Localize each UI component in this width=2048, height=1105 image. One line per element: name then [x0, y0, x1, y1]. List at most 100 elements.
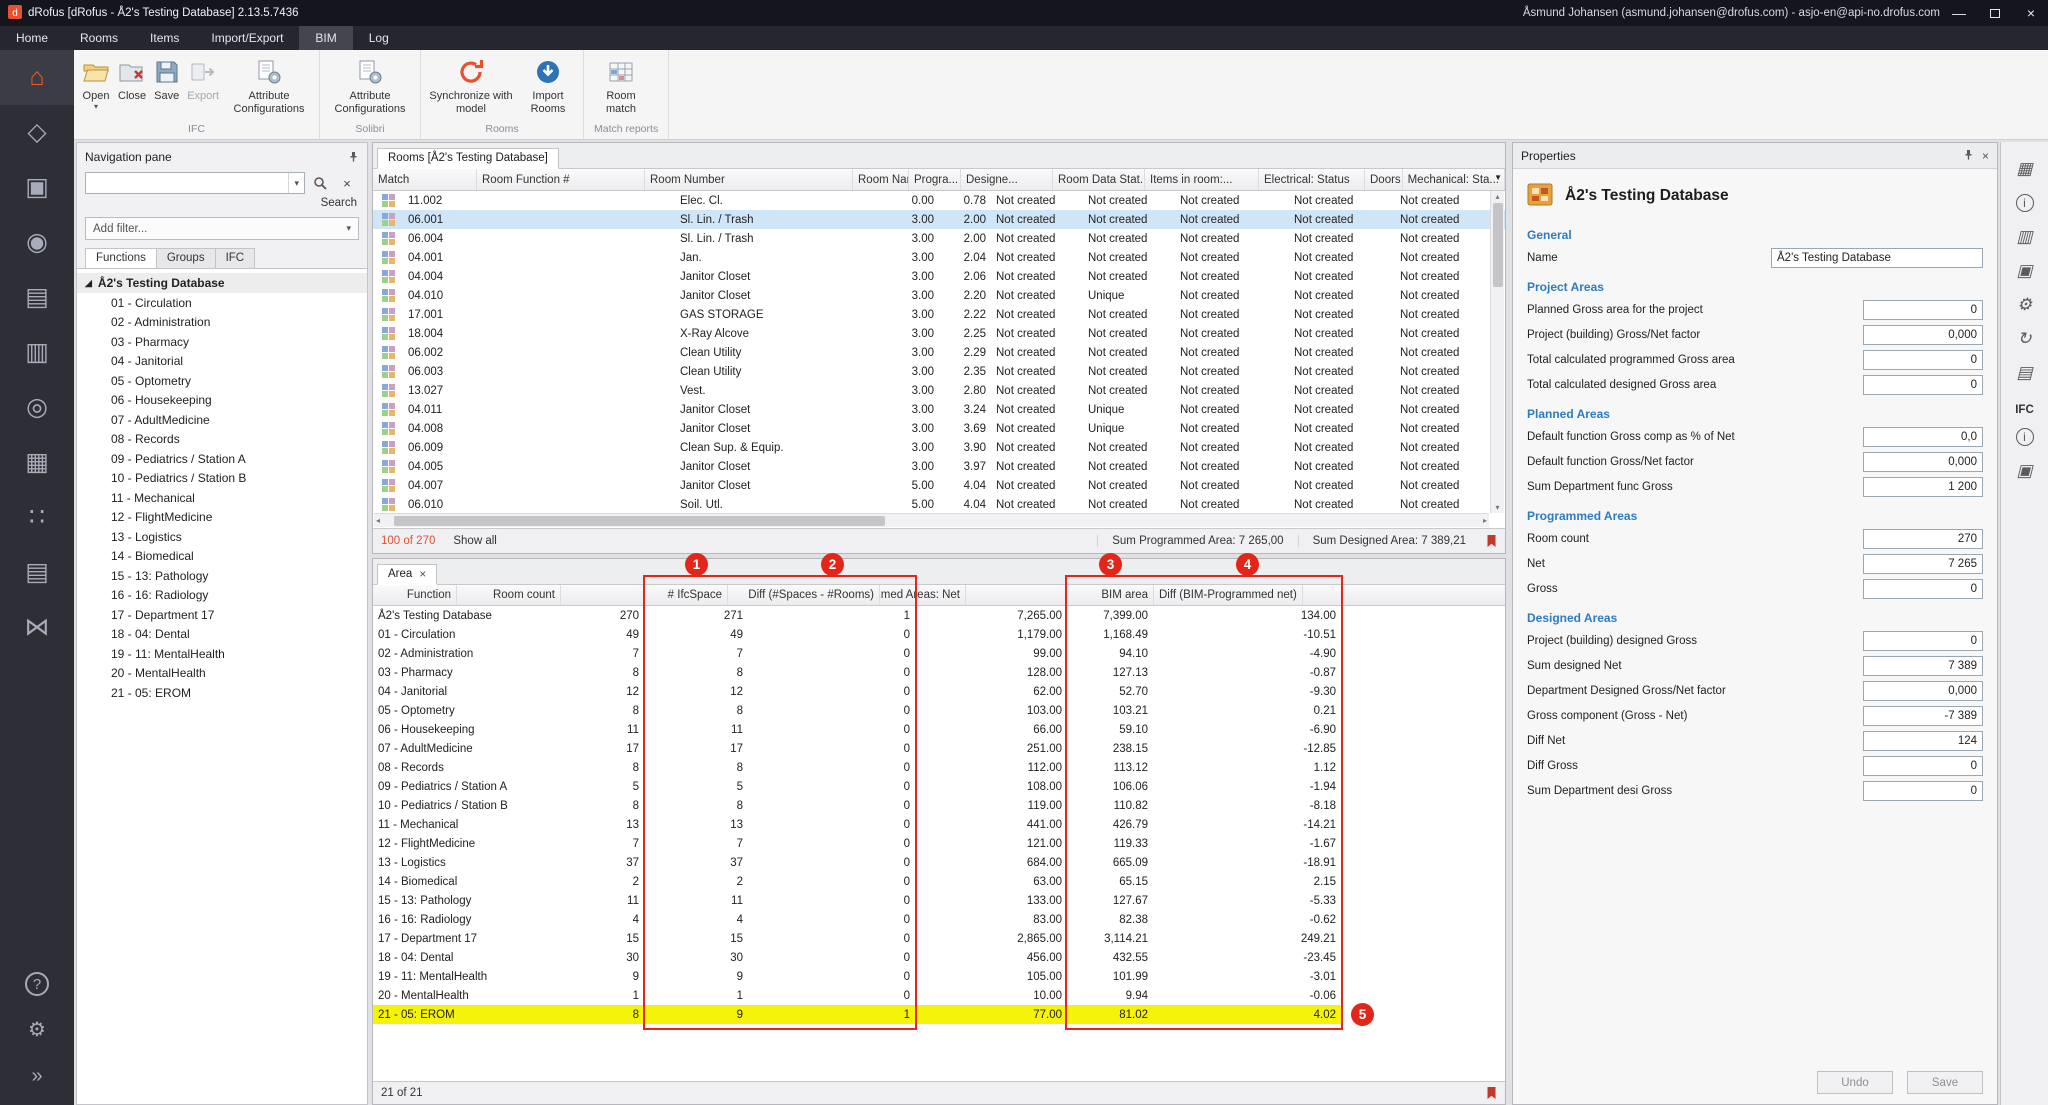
- room-row[interactable]: 06.002 Clean Utility 3.00 2.29 Not creat…: [373, 343, 1505, 362]
- room-row[interactable]: 06.004 Sl. Lin. / Trash 3.00 2.00 Not cr…: [373, 229, 1505, 248]
- value-input[interactable]: 1 200: [1863, 477, 1983, 497]
- menu-tab[interactable]: BIM: [299, 26, 352, 50]
- column-header[interactable]: Progra...: [909, 169, 961, 190]
- area-row[interactable]: 08 - Records 8 8 0 112.00 113.12 1.12: [373, 758, 1505, 777]
- area-row[interactable]: 02 - Administration 7 7 0 99.00 94.10 -4…: [373, 644, 1505, 663]
- logs-module-icon[interactable]: ▤: [0, 545, 74, 600]
- area-row[interactable]: 13 - Logistics 37 37 0 684.00 665.09 -18…: [373, 853, 1505, 872]
- tree-item[interactable]: 08 - Records: [77, 430, 367, 450]
- tree-item[interactable]: 18 - 04: Dental: [77, 625, 367, 645]
- process-module-icon[interactable]: ◎: [0, 380, 74, 435]
- export-button[interactable]: Export: [183, 53, 223, 121]
- area-row[interactable]: 16 - 16: Radiology 4 4 0 83.00 82.38 -0.…: [373, 910, 1505, 929]
- column-header[interactable]: Room Function #: [477, 169, 645, 190]
- menu-tab[interactable]: Log: [353, 26, 405, 50]
- area-row[interactable]: 14 - Biomedical 2 2 0 63.00 65.15 2.15: [373, 872, 1505, 891]
- area-row[interactable]: 10 - Pediatrics / Station B 8 8 0 119.00…: [373, 796, 1505, 815]
- tree-item[interactable]: 02 - Administration: [77, 313, 367, 333]
- room-row[interactable]: 06.003 Clean Utility 3.00 2.35 Not creat…: [373, 362, 1505, 381]
- area-row[interactable]: 12 - FlightMedicine 7 7 0 121.00 119.33 …: [373, 834, 1505, 853]
- nav-tab[interactable]: Functions: [85, 248, 157, 268]
- area-row[interactable]: 17 - Department 17 15 15 0 2,865.00 3,11…: [373, 929, 1505, 948]
- room-row[interactable]: 04.004 Janitor Closet 3.00 2.06 Not crea…: [373, 267, 1505, 286]
- ifc-info-icon[interactable]: i: [2016, 420, 2034, 454]
- search-icon[interactable]: [308, 172, 332, 194]
- expander-icon[interactable]: ◢: [85, 278, 92, 289]
- room-row[interactable]: 04.010 Janitor Closet 3.00 2.20 Not crea…: [373, 286, 1505, 305]
- close-button[interactable]: ×: [2014, 0, 2048, 26]
- room-row[interactable]: 17.001 GAS STORAGE 3.00 2.22 Not created…: [373, 305, 1505, 324]
- bim-module-icon[interactable]: ▣: [0, 160, 74, 215]
- bookmark-icon[interactable]: [1486, 534, 1497, 548]
- rooms-module-icon[interactable]: ⌂: [0, 50, 74, 105]
- items-module-icon[interactable]: ◇: [0, 105, 74, 160]
- room-row[interactable]: 04.001 Jan. 3.00 2.04 Not created Not cr…: [373, 248, 1505, 267]
- area-row[interactable]: 11 - Mechanical 13 13 0 441.00 426.79 -1…: [373, 815, 1505, 834]
- tree-item[interactable]: 12 - FlightMedicine: [77, 508, 367, 528]
- tree-item[interactable]: 21 - 05: EROM: [77, 683, 367, 703]
- vertical-scrollbar[interactable]: ▴ ▾: [1490, 191, 1504, 513]
- tree-item[interactable]: 13 - Logistics: [77, 527, 367, 547]
- area-row[interactable]: 19 - 11: MentalHealth 9 9 0 105.00 101.9…: [373, 967, 1505, 986]
- model-panel-icon[interactable]: ▣: [2016, 254, 2034, 288]
- column-header[interactable]: BIM area: [966, 585, 1154, 605]
- add-filter-dropdown[interactable]: Add filter... ▾: [85, 217, 359, 240]
- tree-item[interactable]: 06 - Housekeeping: [77, 391, 367, 411]
- tree-item[interactable]: 11 - Mechanical: [77, 488, 367, 508]
- ifc-model-icon[interactable]: ▣: [2016, 454, 2034, 488]
- column-header[interactable]: Match: [373, 169, 477, 190]
- tree-item[interactable]: 01 - Circulation: [77, 293, 367, 313]
- column-header[interactable]: # IfcSpace: [561, 585, 728, 605]
- name-input[interactable]: Å2's Testing Database: [1771, 248, 1983, 268]
- show-all-link[interactable]: Show all: [453, 535, 496, 547]
- area-row[interactable]: 09 - Pediatrics / Station A 5 5 0 108.00…: [373, 777, 1505, 796]
- room-row[interactable]: 04.007 Janitor Closet 5.00 4.04 Not crea…: [373, 476, 1505, 495]
- column-header[interactable]: Electrical: Status: [1259, 169, 1365, 190]
- column-header[interactable]: Room Number: [645, 169, 853, 190]
- room-row[interactable]: 13.027 Vest. 3.00 2.80 Not created Not c…: [373, 381, 1505, 400]
- menu-tab[interactable]: Import/Export: [195, 26, 299, 50]
- systems-module-icon[interactable]: ◉: [0, 215, 74, 270]
- expand-strip-icon[interactable]: »: [0, 1053, 74, 1099]
- room-row[interactable]: 04.005 Janitor Closet 3.00 3.97 Not crea…: [373, 457, 1505, 476]
- area-row[interactable]: 15 - 13: Pathology 11 11 0 133.00 127.67…: [373, 891, 1505, 910]
- room-row[interactable]: 11.002 Elec. Cl. 0.00 0.78 Not created N…: [373, 191, 1505, 210]
- synchronize-with-model-button[interactable]: Synchronize with model: [425, 53, 517, 121]
- close-ifc-button[interactable]: Close: [114, 53, 150, 121]
- tree-item[interactable]: 03 - Pharmacy: [77, 332, 367, 352]
- room-row[interactable]: 06.001 Sl. Lin. / Trash 3.00 2.00 Not cr…: [373, 210, 1505, 229]
- search-input[interactable]: ▾: [85, 172, 305, 194]
- column-header[interactable]: Room Data Stat...: [1053, 169, 1145, 190]
- attribute-configurations-button[interactable]: Attribute Configurations: [223, 53, 315, 121]
- search-link[interactable]: Search: [321, 197, 357, 209]
- area-row[interactable]: 05 - Optometry 8 8 0 103.00 103.21 0.21: [373, 701, 1505, 720]
- value-input[interactable]: -7 389: [1863, 706, 1983, 726]
- scrollbar-thumb[interactable]: [1493, 203, 1503, 287]
- history-panel-icon[interactable]: ↻: [2016, 322, 2034, 356]
- nav-tab[interactable]: IFC: [215, 248, 256, 268]
- area-row[interactable]: 21 - 05: EROM 8 9 1 77.00 81.02 4.02: [373, 1005, 1505, 1024]
- open-button[interactable]: Open ▾: [78, 53, 114, 121]
- close-panel-icon[interactable]: ×: [1982, 149, 1989, 163]
- scroll-down-icon[interactable]: ▾: [1495, 503, 1499, 512]
- scroll-right-icon[interactable]: ▸: [1483, 516, 1487, 525]
- column-header[interactable]: Designe...: [961, 169, 1053, 190]
- column-header[interactable]: Programmed Areas: Net: [880, 585, 966, 605]
- room-row[interactable]: 06.010 Soil. Utl. 5.00 4.04 Not created …: [373, 495, 1505, 514]
- value-input[interactable]: 0: [1863, 631, 1983, 651]
- undo-button[interactable]: Undo: [1817, 1071, 1893, 1094]
- area-row[interactable]: 01 - Circulation 49 49 0 1,179.00 1,168.…: [373, 625, 1505, 644]
- area-row[interactable]: 07 - AdultMedicine 17 17 0 251.00 238.15…: [373, 739, 1505, 758]
- nav-tab[interactable]: Groups: [156, 248, 216, 268]
- room-row[interactable]: 18.004 X-Ray Alcove 3.00 2.25 Not create…: [373, 324, 1505, 343]
- menu-tab[interactable]: Home: [0, 26, 64, 50]
- column-header[interactable]: Mechanical: Sta...: [1403, 169, 1505, 190]
- tree-item[interactable]: 16 - 16: Radiology: [77, 586, 367, 606]
- tree-item[interactable]: 05 - Optometry: [77, 371, 367, 391]
- import-rooms-button[interactable]: Import Rooms: [517, 53, 579, 121]
- value-input[interactable]: 270: [1863, 529, 1983, 549]
- value-input[interactable]: 124: [1863, 731, 1983, 751]
- data-module-icon[interactable]: ▥: [0, 325, 74, 380]
- value-input[interactable]: 0: [1863, 756, 1983, 776]
- column-header[interactable]: Diff (BIM-Programmed net): [1154, 585, 1303, 605]
